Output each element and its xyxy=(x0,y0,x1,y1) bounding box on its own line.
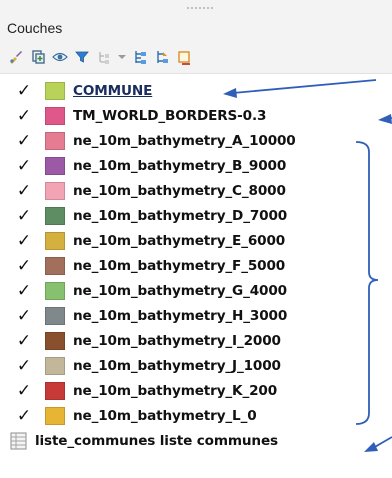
layer-visibility-checkbox[interactable]: ✓ xyxy=(14,331,34,351)
table-layer-label: liste_communes liste communes xyxy=(35,433,278,449)
layer-tree: ✓ COMMUNE ✓ TM_WORLD_BORDERS-0.3 ✓ ne_10… xyxy=(0,73,392,478)
layer-color-swatch xyxy=(45,357,65,375)
layer-color-swatch xyxy=(45,307,65,325)
layer-label: ne_10m_bathymetry_A_10000 xyxy=(73,133,296,149)
layer-color-swatch xyxy=(45,332,65,350)
filter-icon[interactable] xyxy=(72,47,92,67)
layer-label: COMMUNE xyxy=(73,83,153,99)
expand-all-icon[interactable] xyxy=(130,47,150,67)
panel-title: Couches xyxy=(7,20,63,36)
layer-visibility-checkbox[interactable]: ✓ xyxy=(14,181,34,201)
layer-row-bathymetry-g[interactable]: ✓ ne_10m_bathymetry_G_4000 xyxy=(14,280,287,302)
layer-row-bathymetry-d[interactable]: ✓ ne_10m_bathymetry_D_7000 xyxy=(14,205,287,227)
layer-visibility-checkbox[interactable]: ✓ xyxy=(14,206,34,226)
layer-row-bathymetry-k[interactable]: ✓ ne_10m_bathymetry_K_200 xyxy=(14,380,277,402)
layers-panel: Couches ✓ COMMUNE ✓ TM_WORLD_BORDERS-0.3… xyxy=(0,0,392,478)
layer-label: ne_10m_bathymetry_J_1000 xyxy=(73,358,281,374)
layer-label: ne_10m_bathymetry_I_2000 xyxy=(73,333,281,349)
layer-label: ne_10m_bathymetry_F_5000 xyxy=(73,258,286,274)
filter-legend-icon[interactable] xyxy=(94,47,114,67)
layer-visibility-checkbox[interactable]: ✓ xyxy=(14,131,34,151)
chevron-down-icon[interactable] xyxy=(116,47,128,67)
layer-visibility-checkbox[interactable]: ✓ xyxy=(14,406,34,426)
layer-row-bathymetry-b[interactable]: ✓ ne_10m_bathymetry_B_9000 xyxy=(14,155,286,177)
layer-color-swatch xyxy=(45,407,65,425)
layer-visibility-checkbox[interactable]: ✓ xyxy=(14,231,34,251)
table-icon xyxy=(10,432,27,450)
remove-layer-icon[interactable] xyxy=(174,47,194,67)
layer-row-bathymetry-c[interactable]: ✓ ne_10m_bathymetry_C_8000 xyxy=(14,180,286,202)
layer-label: ne_10m_bathymetry_E_6000 xyxy=(73,233,286,249)
layer-row-bathymetry-a[interactable]: ✓ ne_10m_bathymetry_A_10000 xyxy=(14,130,296,152)
layer-label: ne_10m_bathymetry_G_4000 xyxy=(73,283,287,299)
layer-color-swatch xyxy=(45,232,65,250)
layer-label: ne_10m_bathymetry_H_3000 xyxy=(73,308,288,324)
layer-row-bathymetry-e[interactable]: ✓ ne_10m_bathymetry_E_6000 xyxy=(14,230,285,252)
layer-color-swatch xyxy=(45,107,65,125)
layer-row-commune[interactable]: ✓ COMMUNE xyxy=(14,80,153,102)
layer-label: TM_WORLD_BORDERS-0.3 xyxy=(73,108,267,124)
layer-color-swatch xyxy=(45,182,65,200)
layer-label: ne_10m_bathymetry_B_9000 xyxy=(73,158,287,174)
layer-visibility-checkbox[interactable]: ✓ xyxy=(14,381,34,401)
table-layer-row[interactable]: liste_communes liste communes xyxy=(10,430,278,452)
layer-row-bathymetry-f[interactable]: ✓ ne_10m_bathymetry_F_5000 xyxy=(14,255,285,277)
layer-label: ne_10m_bathymetry_D_7000 xyxy=(73,208,288,224)
style-brush-icon[interactable] xyxy=(6,47,26,67)
layer-label: ne_10m_bathymetry_C_8000 xyxy=(73,183,286,199)
layers-toolbar xyxy=(6,45,194,69)
layer-color-swatch xyxy=(45,282,65,300)
layer-row-bathymetry-i[interactable]: ✓ ne_10m_bathymetry_I_2000 xyxy=(14,330,281,352)
layer-color-swatch xyxy=(45,382,65,400)
layer-visibility-checkbox[interactable]: ✓ xyxy=(14,281,34,301)
eye-icon[interactable] xyxy=(50,47,70,67)
layer-row-bathymetry-h[interactable]: ✓ ne_10m_bathymetry_H_3000 xyxy=(14,305,287,327)
layer-row-tm-world-borders[interactable]: ✓ TM_WORLD_BORDERS-0.3 xyxy=(14,105,267,127)
layer-color-swatch xyxy=(45,157,65,175)
layer-visibility-checkbox[interactable]: ✓ xyxy=(14,81,34,101)
layer-row-bathymetry-j[interactable]: ✓ ne_10m_bathymetry_J_1000 xyxy=(14,355,281,377)
layer-label: ne_10m_bathymetry_K_200 xyxy=(73,383,278,399)
layer-visibility-checkbox[interactable]: ✓ xyxy=(14,156,34,176)
layer-visibility-checkbox[interactable]: ✓ xyxy=(14,356,34,376)
layer-visibility-checkbox[interactable]: ✓ xyxy=(14,306,34,326)
layer-label: ne_10m_bathymetry_L_0 xyxy=(73,408,257,424)
layer-visibility-checkbox[interactable]: ✓ xyxy=(14,256,34,276)
add-group-icon[interactable] xyxy=(28,47,48,67)
layer-row-bathymetry-l[interactable]: ✓ ne_10m_bathymetry_L_0 xyxy=(14,405,257,427)
collapse-all-icon[interactable] xyxy=(152,47,172,67)
layer-color-swatch xyxy=(45,207,65,225)
layer-color-swatch xyxy=(45,82,65,100)
dock-grip-handle[interactable] xyxy=(186,5,214,11)
layer-color-swatch xyxy=(45,257,65,275)
layer-visibility-checkbox[interactable]: ✓ xyxy=(14,106,34,126)
layer-color-swatch xyxy=(45,132,65,150)
